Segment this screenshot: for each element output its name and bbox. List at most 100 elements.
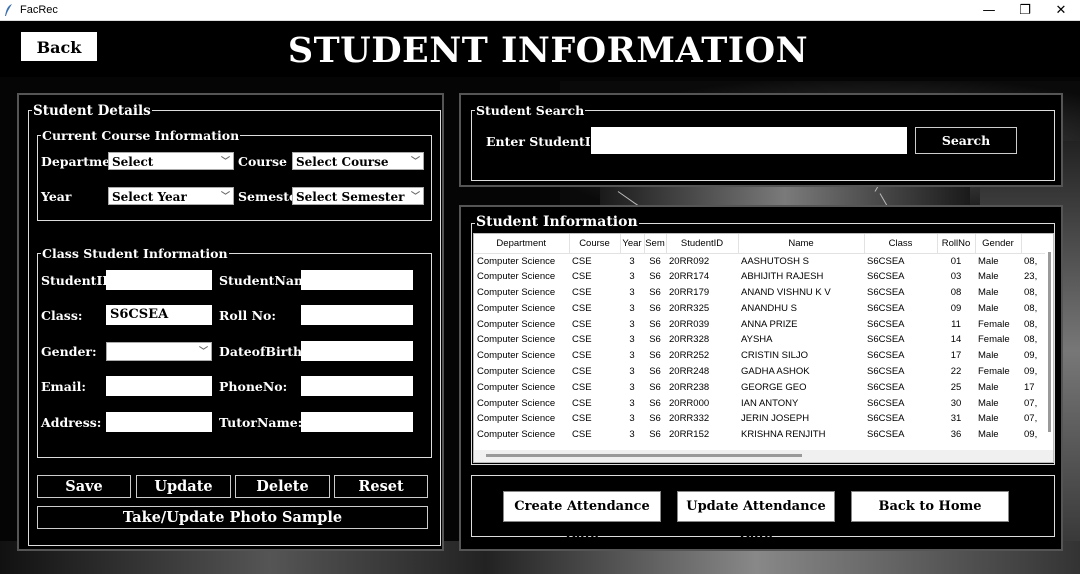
table-cell: Male (978, 381, 999, 393)
page-title: STUDENT INFORMATION (287, 30, 809, 71)
table-cell: S6 (649, 350, 661, 362)
table-cell: 20RR152 (669, 429, 710, 441)
table-row[interactable]: Computer Science CSE 3 S6 20RR000 IAN ANTONY S… (474, 395, 1049, 411)
reset-button[interactable]: Reset (334, 475, 428, 498)
table-cell: CSE (572, 286, 592, 298)
save-button[interactable]: Save (37, 475, 131, 498)
course-select[interactable]: Select Course ﹀ (292, 152, 424, 170)
table-cell: Computer Science (477, 397, 556, 409)
table-cell: Male (978, 255, 999, 267)
table-cell: CSE (572, 271, 592, 283)
update-attendance-button[interactable]: Update Attendance Data (677, 491, 835, 543)
table-row[interactable]: Computer Science CSE 3 S6 20RR092 AASHUTOSH S… (474, 253, 1049, 269)
table-cell: Male (978, 397, 999, 409)
table-cell: 22 (950, 365, 962, 377)
table-cell: ANAND VISHNU K V (741, 286, 831, 298)
table-cell: ABHIJITH RAJESH (741, 271, 824, 283)
column-header[interactable]: Sem (644, 234, 667, 254)
class-field[interactable]: S6CSEA (106, 305, 212, 325)
column-header[interactable]: Class (864, 234, 938, 254)
table-cell: 09 (950, 302, 962, 314)
table-cell: 3 (629, 429, 635, 441)
table-cell: ANNA PRIZE (741, 318, 798, 330)
department-select[interactable]: Select Department ﹀ (108, 152, 234, 187)
create-attendance-button[interactable]: Create Attendance Data (503, 491, 661, 543)
chevron-down-icon: ﹀ (410, 157, 420, 167)
table-row[interactable]: Computer Science CSE 3 S6 20RR174 ABHIJITH RA… (474, 269, 1049, 285)
table-cell: CSE (572, 397, 592, 409)
table-cell: S6CSEA (867, 302, 905, 314)
table-row[interactable]: Computer Science CSE 3 S6 20RR238 GEORGE GEO S… (474, 379, 1049, 395)
phone-field[interactable] (301, 376, 413, 396)
search-button[interactable]: Search (915, 127, 1017, 154)
tutor-field[interactable] (301, 412, 413, 432)
email-field[interactable] (106, 376, 212, 396)
column-header[interactable]: Gender (975, 234, 1022, 254)
table-cell: Male (978, 429, 999, 441)
table-cell: Computer Science (477, 365, 556, 377)
table-row[interactable]: Computer Science CSE 3 S6 20RR325 ANANDHU S S6… (474, 300, 1049, 316)
close-button[interactable]: ✕ (1043, 0, 1079, 21)
table-row[interactable]: Computer Science CSE 3 S6 20RR039 ANNA PRIZE S… (474, 316, 1049, 332)
student-search-label: Student Search (475, 103, 586, 118)
email-label: Email: (41, 379, 86, 394)
rollno-field[interactable] (301, 305, 413, 325)
table-cell: 11 (951, 318, 961, 330)
column-header[interactable]: RollNo (937, 234, 976, 254)
table-row[interactable]: Computer Science CSE 3 S6 20RR332 JERIN JOSEP… (474, 411, 1049, 427)
chevron-down-icon: ﹀ (410, 192, 420, 202)
minimize-button[interactable]: — (971, 0, 1007, 21)
column-header[interactable]: Course (569, 234, 621, 254)
studentid-field[interactable] (106, 270, 212, 290)
table-cell: S6CSEA (867, 334, 905, 346)
table-cell: S6CSEA (867, 255, 905, 267)
dob-label: DateofBirth: (219, 344, 307, 359)
semester-select[interactable]: Select Semester ﹀ (292, 187, 424, 205)
table-row[interactable]: Computer Science CSE 3 S6 20RR248 GADHA ASHOK… (474, 364, 1049, 380)
dob-field[interactable] (301, 341, 413, 361)
table-cell: Computer Science (477, 350, 556, 362)
table-cell: 3 (629, 381, 635, 393)
back-to-home-button[interactable]: Back to Home (851, 491, 1009, 522)
horizontal-scrollbar[interactable] (474, 450, 1053, 462)
table-cell: S6 (649, 318, 661, 330)
table-cell: KRISHNA RENJITH (741, 429, 826, 441)
table-cell: 3 (629, 365, 635, 377)
table-cell: 25 (950, 381, 962, 393)
table-cell: 30 (950, 397, 962, 409)
table-cell: Computer Science (477, 318, 556, 330)
column-header[interactable]: StudentID (666, 234, 739, 254)
tutor-label: TutorName: (219, 415, 303, 430)
window-titlebar: FacRec — ❐ ✕ (0, 0, 1080, 21)
table-cell: 3 (629, 413, 635, 425)
column-header[interactable]: Name (738, 234, 865, 254)
take-photo-button[interactable]: Take/Update Photo Sample (37, 506, 428, 529)
maximize-button[interactable]: ❐ (1007, 0, 1043, 21)
gender-select[interactable]: ﹀ (106, 342, 212, 361)
column-header[interactable]: Year (620, 234, 645, 254)
table-cell: S6 (649, 429, 661, 441)
table-row[interactable]: Computer Science CSE 3 S6 20RR328 AYSHA S6CSEA… (474, 332, 1049, 348)
table-cell: CSE (572, 365, 592, 377)
table-cell: 20RR252 (669, 350, 710, 362)
vertical-scrollbar[interactable] (1045, 234, 1053, 450)
search-input[interactable] (591, 127, 907, 154)
year-select[interactable]: Select Year ﹀ (108, 187, 234, 205)
column-header[interactable]: Department (474, 234, 570, 254)
table-cell: S6 (649, 413, 661, 425)
student-table[interactable]: Department Course Year Sem StudentID Name Clas… (473, 233, 1054, 463)
table-cell: S6 (649, 302, 661, 314)
address-field[interactable] (106, 412, 212, 432)
course-info-frame (37, 135, 432, 221)
table-cell: S6CSEA (867, 286, 905, 298)
table-cell: 14 (950, 334, 962, 346)
update-button[interactable]: Update (136, 475, 231, 498)
table-cell: CRISTIN SILJO (741, 350, 809, 362)
table-row[interactable]: Computer Science CSE 3 S6 20RR252 CRISTIN SIL… (474, 348, 1049, 364)
table-cell: Male (978, 302, 999, 314)
feather-icon (5, 4, 12, 16)
table-row[interactable]: Computer Science CSE 3 S6 20RR152 KRISHNA REN… (474, 427, 1049, 443)
studentname-field[interactable] (301, 270, 413, 290)
delete-button[interactable]: Delete (235, 475, 330, 498)
table-row[interactable]: Computer Science CSE 3 S6 20RR179 ANAND VISHN… (474, 285, 1049, 301)
